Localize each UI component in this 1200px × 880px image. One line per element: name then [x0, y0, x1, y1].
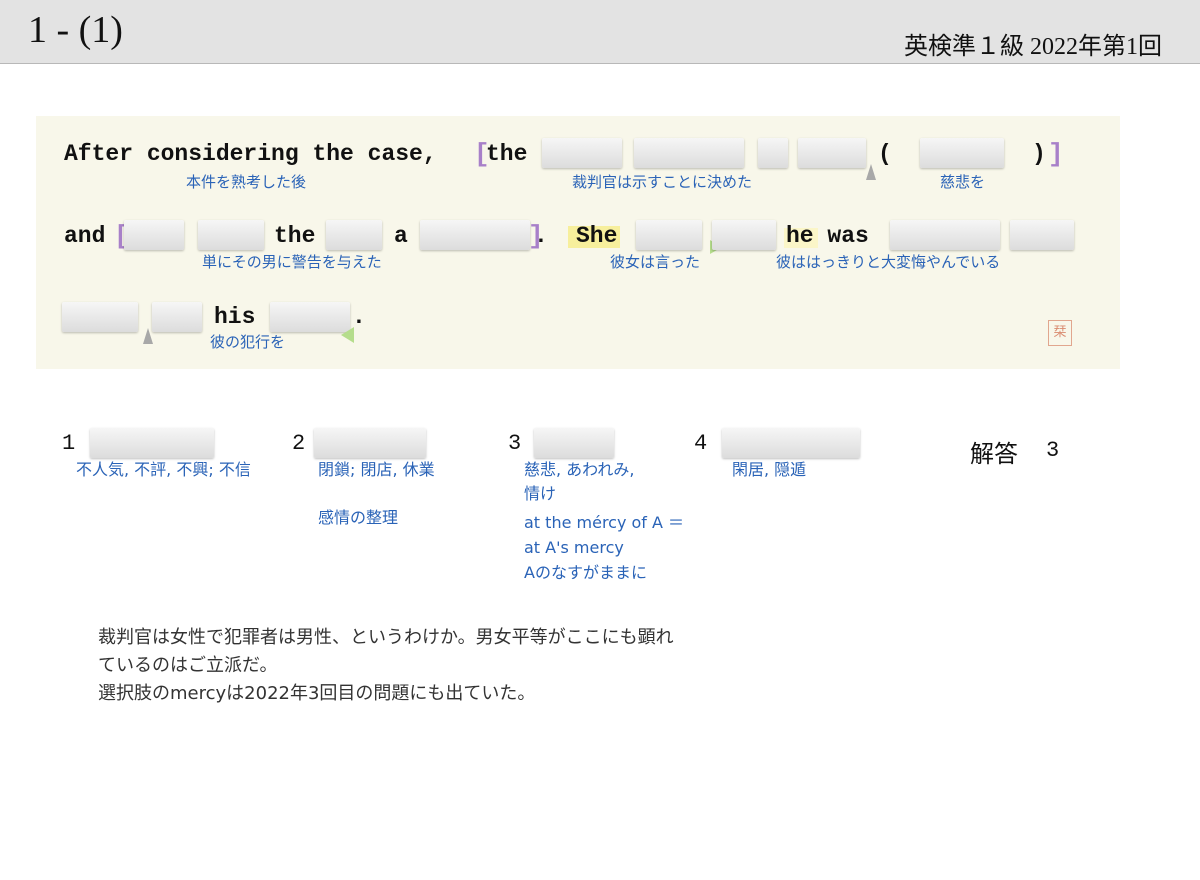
masked-word[interactable]: [198, 220, 264, 250]
answer-label: 解答: [970, 440, 1018, 468]
commentary-line: 裁判官は女性で犯罪者は男性、というわけか。男女平等がここにも顕れ: [98, 627, 674, 648]
period: .: [534, 223, 548, 249]
passage-text: and: [64, 223, 106, 249]
gloss: 裁判官は示すことに決めた: [572, 173, 753, 191]
header-bar: 1 - (1) 英検準１級 2022年第1回: [0, 0, 1200, 64]
passage-panel: After considering the case, [ the ( ) ] …: [36, 116, 1120, 369]
period: .: [352, 304, 366, 330]
masked-word[interactable]: [124, 220, 184, 250]
passage-text: After considering the case,: [64, 141, 437, 167]
choice-word-masked[interactable]: [314, 428, 426, 458]
gloss: 彼女は言った: [610, 253, 701, 271]
choice-number: 2: [292, 431, 306, 456]
masked-word[interactable]: [920, 138, 1004, 168]
masked-word[interactable]: [758, 138, 788, 168]
choice-number: 3: [508, 431, 522, 456]
masked-word[interactable]: [152, 302, 202, 332]
answer-value: 3: [1046, 438, 1060, 463]
commentary-line: ているのはご立派だ。: [98, 655, 278, 676]
masked-word[interactable]: [634, 138, 744, 168]
masked-word[interactable]: [1010, 220, 1074, 250]
masked-word[interactable]: [798, 138, 866, 168]
gloss: 彼の犯行を: [210, 333, 286, 351]
bracket-close: ]: [1048, 139, 1064, 169]
gloss: 慈悲を: [940, 173, 986, 191]
choice-gloss: at the mércy of A ＝: [524, 513, 685, 532]
passage-text: his: [214, 304, 256, 330]
choice-word-masked[interactable]: [534, 428, 614, 458]
masked-word[interactable]: [62, 302, 138, 332]
paren-open: (: [878, 141, 892, 167]
choice-gloss: 情け: [524, 484, 557, 503]
passage-text: the: [274, 223, 316, 249]
choice-gloss: at A's mercy: [524, 538, 624, 557]
choice-gloss: 慈悲, あわれみ,: [524, 460, 635, 479]
gloss: 単にその男に警告を与えた: [202, 253, 382, 271]
gloss: 本件を熟考した後: [186, 173, 307, 191]
choice-word-masked[interactable]: [722, 428, 860, 458]
passage-text: he was: [786, 223, 869, 249]
masked-word[interactable]: [542, 138, 622, 168]
choice-gloss: 感情の整理: [318, 508, 399, 527]
choice-gloss: 不人気, 不評, 不興; 不信: [76, 460, 251, 479]
choice-gloss: 閉鎖; 閉店, 休業: [318, 460, 435, 479]
masked-word[interactable]: [326, 220, 382, 250]
masked-word[interactable]: [420, 220, 530, 250]
masked-word[interactable]: [890, 220, 1000, 250]
paren-close: ): [1032, 141, 1046, 167]
choice-word-masked[interactable]: [90, 428, 214, 458]
pointer-marker: [866, 164, 876, 180]
passage-text: the: [486, 141, 528, 167]
gloss: 彼ははっきりと大変悔やんでいる: [776, 253, 1001, 271]
commentary-line: 選択肢のmercyは2022年3回目の問題にも出ていた。: [98, 683, 536, 704]
passage-text: She: [576, 223, 618, 249]
choice-gloss: 閑居, 隠遁: [732, 460, 807, 479]
choice-gloss: Aのなすがままに: [524, 563, 647, 582]
masked-word[interactable]: [270, 302, 350, 332]
choice-number: 4: [694, 431, 708, 456]
commentary: 裁判官は女性で犯罪者は男性、というわけか。男女平等がここにも顕れ ているのはご立…: [98, 624, 674, 708]
choice-number: 1: [62, 431, 76, 456]
question-number: 1 - (1): [28, 9, 123, 51]
seal-stamp: 栞: [1048, 320, 1072, 346]
exam-title: 英検準１級 2022年第1回: [904, 34, 1162, 60]
masked-word[interactable]: [636, 220, 702, 250]
masked-word[interactable]: [712, 220, 776, 250]
passage-text: a: [394, 223, 408, 249]
